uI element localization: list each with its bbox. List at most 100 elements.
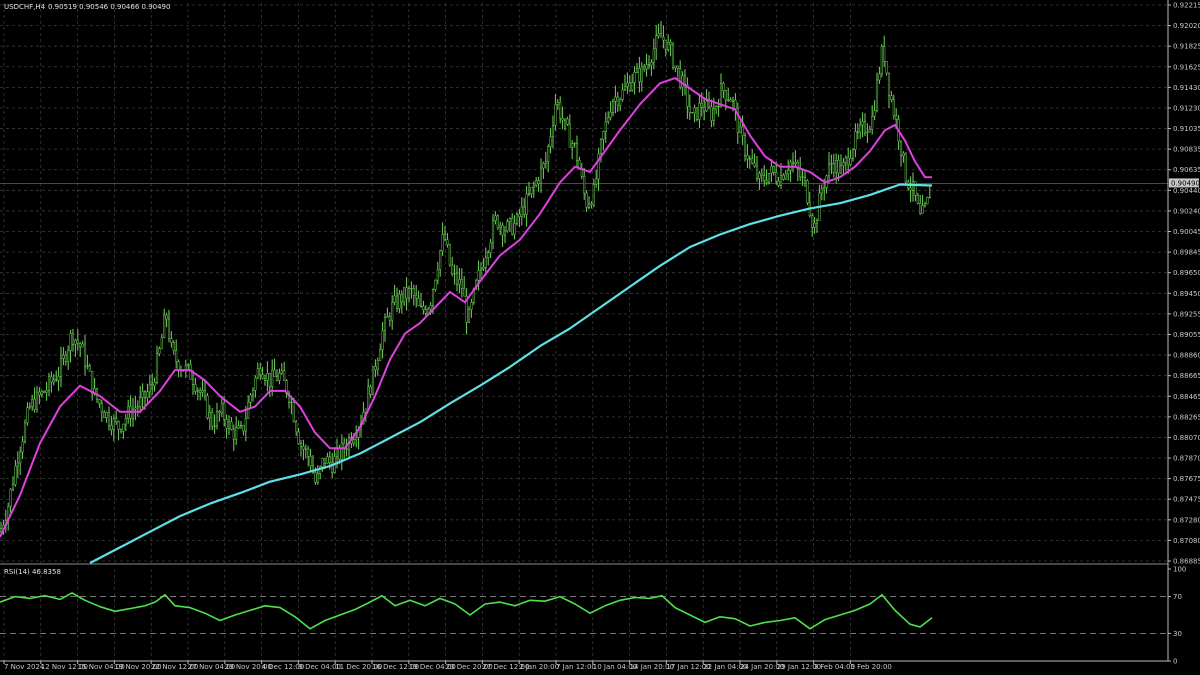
candle-body: [124, 418, 127, 425]
x-tick-label: 2 Jan 20:00: [519, 663, 559, 671]
candle-body: [151, 384, 154, 387]
candle-body: [835, 160, 838, 173]
candle-body: [566, 118, 569, 125]
candle-body: [827, 163, 831, 177]
candle-body: [799, 168, 802, 178]
candle-body: [67, 350, 70, 362]
candle-body: [309, 456, 312, 467]
candle-body: [873, 110, 876, 117]
candle-body: [141, 390, 144, 398]
rsi-y-tick-label: 0: [1173, 658, 1177, 666]
candle-body: [446, 239, 449, 245]
candle-body: [26, 407, 29, 424]
candle-body: [489, 242, 492, 253]
candle-body: [187, 364, 190, 366]
candle-body: [842, 162, 845, 166]
candle-body: [849, 157, 852, 166]
candle-body: [458, 278, 461, 285]
candle-body: [477, 270, 480, 281]
candle-body: [21, 441, 24, 453]
candle-body: [355, 437, 358, 440]
candle-body: [722, 83, 725, 91]
candle-body: [117, 421, 120, 430]
candle-body: [491, 220, 495, 244]
x-tick-label: 7 Nov 2024: [4, 663, 45, 671]
candle-body: [494, 215, 497, 221]
candle-body: [415, 295, 418, 299]
candle-body: [191, 379, 195, 385]
candle-body: [160, 337, 163, 349]
candle-body: [657, 33, 660, 36]
candle-body: [525, 193, 528, 215]
candle-body: [542, 163, 545, 169]
candle-body: [383, 317, 387, 332]
candle-body: [803, 176, 807, 181]
candle-body: [554, 104, 557, 126]
candle-body: [297, 431, 300, 445]
candle-body: [815, 220, 819, 224]
candle-body: [487, 252, 490, 259]
candle-body: [743, 135, 747, 156]
candle-body: [544, 161, 547, 164]
candle-body: [623, 86, 627, 91]
candle-body: [571, 143, 574, 148]
candle-body: [499, 224, 502, 229]
candle-body: [263, 377, 267, 381]
candle-body: [515, 213, 519, 224]
candle-body: [395, 295, 399, 309]
x-tick-label: 7 Jan 12:00: [556, 663, 596, 671]
candle-body: [307, 448, 310, 457]
candle-body: [592, 184, 595, 206]
candle-body: [45, 390, 48, 393]
candle-body: [261, 374, 264, 379]
candle-body: [712, 108, 715, 121]
candle-body: [573, 143, 576, 145]
candle-body: [422, 306, 425, 311]
candle-body: [871, 116, 874, 130]
candle-body: [880, 46, 883, 75]
y-tick-label: 0.87675: [1173, 475, 1200, 483]
y-tick-label: 0.90440: [1173, 187, 1200, 195]
candle-body: [551, 124, 555, 137]
candle-body: [62, 354, 65, 359]
candle-body: [724, 90, 727, 101]
candle-body: [530, 186, 533, 194]
candle-body: [115, 418, 118, 422]
candle-body: [837, 160, 840, 174]
candle-body: [391, 302, 394, 321]
candle-body: [640, 66, 643, 82]
candle-body: [669, 42, 672, 46]
candle-body: [839, 165, 843, 174]
candle-body: [345, 448, 348, 450]
candle-body: [206, 395, 209, 419]
candle-body: [393, 295, 396, 303]
candle-body: [523, 206, 526, 215]
candle-body: [693, 107, 696, 114]
candle-body: [753, 162, 756, 167]
candle-body: [153, 382, 156, 387]
candle-body: [506, 221, 509, 232]
y-tick-label: 0.89845: [1173, 249, 1200, 257]
candle-body: [148, 384, 151, 393]
candle-body: [371, 366, 375, 395]
candle-body: [249, 394, 252, 403]
candle-body: [314, 472, 317, 483]
candle-body: [410, 288, 413, 290]
candle-body: [196, 390, 199, 392]
candle-body: [868, 129, 871, 133]
candle-body: [626, 82, 629, 87]
candle-body: [417, 297, 420, 306]
chart-canvas[interactable]: 0.92215 0.92020 0.91825 0.91625 0.91430 0.912…: [0, 0, 1200, 675]
candle-body: [340, 442, 343, 460]
candle-body: [292, 401, 295, 422]
candle-body: [441, 233, 444, 252]
candle-body: [134, 407, 137, 410]
candle-body: [55, 379, 58, 381]
candle-body: [155, 353, 159, 383]
candle-body: [443, 233, 447, 240]
candle-body: [561, 117, 564, 121]
candle-body: [112, 418, 115, 431]
candle-body: [251, 390, 255, 396]
y-tick-label: 0.91430: [1173, 84, 1200, 92]
candle-body: [429, 305, 432, 310]
